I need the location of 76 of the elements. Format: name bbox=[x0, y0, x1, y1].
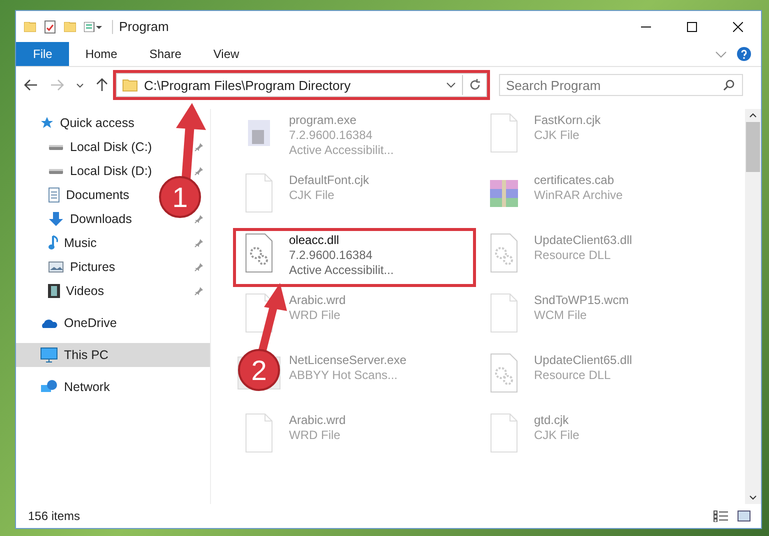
refresh-icon[interactable] bbox=[469, 79, 481, 91]
customize-toolbar-icon[interactable] bbox=[84, 22, 104, 32]
sidebar-item[interactable]: Local Disk (C:) bbox=[16, 135, 156, 159]
pin-icon[interactable] bbox=[194, 238, 204, 248]
file-detail: WRD File bbox=[289, 428, 342, 443]
item-count: 156 items bbox=[28, 509, 80, 523]
step-badge: 2 bbox=[238, 349, 280, 391]
chevron-down-icon[interactable] bbox=[76, 82, 84, 88]
cloud-icon bbox=[40, 317, 58, 329]
sidebar-item[interactable]: Network bbox=[16, 375, 114, 399]
file-detail: CJK File bbox=[534, 128, 580, 143]
help-icon[interactable] bbox=[737, 47, 751, 61]
pointer-arrow bbox=[258, 283, 287, 353]
download-arrow-icon bbox=[48, 211, 64, 227]
film-strip-icon bbox=[48, 284, 60, 298]
scroll-up-icon[interactable] bbox=[749, 113, 757, 118]
file-detail: Resource DLL bbox=[534, 248, 612, 263]
minimize-icon bbox=[641, 26, 651, 28]
file-detail: Resource DLL bbox=[534, 368, 612, 383]
file-detail: ABBYY Hot Scans... bbox=[289, 368, 398, 383]
file-detail: CJK File bbox=[534, 428, 580, 443]
sidebar-item[interactable]: Music bbox=[16, 231, 101, 255]
folder-icon[interactable] bbox=[24, 22, 36, 32]
file-detail: Active Accessibilit... bbox=[289, 143, 394, 158]
file-name[interactable]: oleacc.dll bbox=[289, 233, 394, 248]
pin-icon[interactable] bbox=[194, 286, 204, 296]
sidebar-item[interactable]: Documents bbox=[16, 183, 134, 207]
picture-icon bbox=[48, 261, 64, 273]
sidebar-item[interactable]: Pictures bbox=[16, 255, 120, 279]
ribbon-tab[interactable]: View bbox=[197, 42, 256, 66]
close-icon bbox=[733, 22, 743, 32]
pin-icon[interactable] bbox=[194, 142, 204, 152]
scroll-down-icon[interactable] bbox=[749, 495, 757, 500]
star-icon bbox=[40, 116, 54, 130]
sidebar-item[interactable]: This PC bbox=[16, 343, 210, 367]
step-badge: 1 bbox=[159, 176, 201, 218]
up-arrow-icon[interactable] bbox=[96, 78, 108, 92]
search-field[interactable]: Search Program bbox=[499, 74, 743, 96]
ribbon-tab[interactable]: Home bbox=[69, 42, 134, 66]
folder-icon bbox=[122, 78, 138, 92]
chevron-down-icon[interactable] bbox=[446, 82, 456, 88]
pin-icon[interactable] bbox=[194, 214, 204, 224]
new-folder-icon[interactable] bbox=[64, 22, 76, 32]
pin-icon[interactable] bbox=[194, 166, 204, 176]
back-arrow-icon[interactable] bbox=[24, 79, 38, 91]
ribbon-tab[interactable]: Share bbox=[133, 42, 198, 66]
file-detail: Active Accessibilit... bbox=[289, 263, 394, 278]
monitor-icon bbox=[40, 347, 58, 363]
file-detail: 7.2.9600.16384 bbox=[289, 128, 374, 143]
file-detail: 7.2.9600.16384 bbox=[289, 248, 374, 263]
search-icon bbox=[723, 79, 735, 91]
scrollbar[interactable] bbox=[745, 109, 761, 504]
properties-icon[interactable] bbox=[44, 20, 56, 34]
maximize-icon bbox=[687, 22, 697, 32]
file-detail: WRD File bbox=[289, 308, 342, 323]
sidebar-item[interactable]: Local Disk (D:) bbox=[16, 159, 156, 183]
file-tab[interactable]: File bbox=[16, 42, 70, 66]
sidebar-item[interactable]: Quick access bbox=[16, 111, 138, 135]
scrollbar-thumb[interactable] bbox=[746, 122, 760, 172]
document-icon bbox=[48, 187, 60, 203]
address-bar[interactable]: C:\Program Files\Program Directory bbox=[116, 73, 487, 97]
sidebar-item[interactable]: Downloads bbox=[16, 207, 136, 231]
details-view-icon[interactable] bbox=[713, 510, 729, 522]
music-note-icon bbox=[48, 235, 58, 251]
drive-icon bbox=[48, 144, 64, 150]
sidebar-item[interactable]: OneDrive bbox=[16, 311, 121, 335]
large-icons-view-icon[interactable] bbox=[737, 510, 751, 522]
file-detail: WinRAR Archive bbox=[534, 188, 623, 203]
file-detail: WCM File bbox=[534, 308, 588, 323]
file-detail: CJK File bbox=[289, 188, 336, 203]
network-icon bbox=[40, 379, 58, 395]
window-title: Program bbox=[119, 19, 169, 34]
forward-arrow-icon[interactable] bbox=[50, 79, 64, 91]
drive-icon bbox=[48, 168, 64, 174]
sidebar-item[interactable]: Videos bbox=[16, 279, 108, 303]
pin-icon[interactable] bbox=[194, 262, 204, 272]
